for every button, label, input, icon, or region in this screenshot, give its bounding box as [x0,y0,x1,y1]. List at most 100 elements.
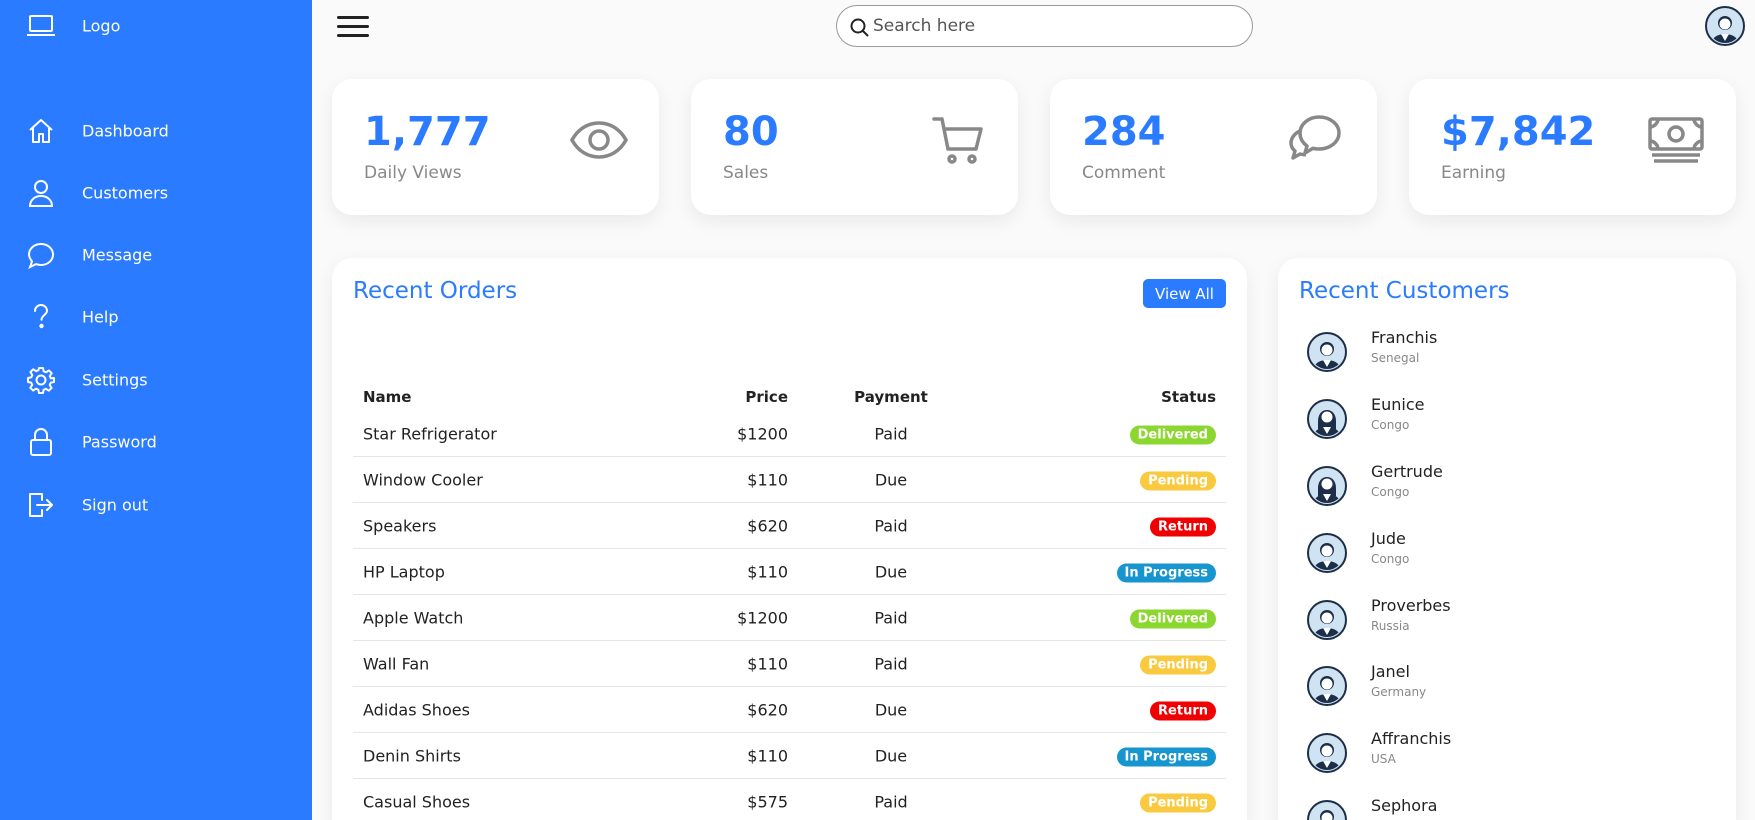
cell-payment: Paid [874,516,908,535]
search-bar [836,5,1253,47]
stat-card-sales[interactable]: 80 Sales [691,79,1018,215]
header-name: Name [363,388,412,406]
sidebar-item-label: Help [82,307,119,327]
eye-icon [569,113,629,167]
avatar [1307,533,1347,573]
stat-label: Comment [1082,163,1166,183]
stat-card-daily-views[interactable]: 1,777 Daily Views [332,79,659,215]
sidebar-item-message[interactable]: Message [0,229,312,281]
cell-payment: Due [874,470,908,489]
status-badge: Return [1150,517,1216,536]
sidebar-item-help[interactable]: Help [0,291,312,343]
table-row[interactable]: Apple Watch $1200 Paid Delivered [353,595,1226,641]
customer-list-item[interactable]: Franchis Senegal [1307,328,1717,388]
customer-country: Congo [1371,485,1410,499]
cell-name: Speakers [363,516,437,535]
cell-payment: Paid [874,654,908,673]
customer-list-item[interactable]: Proverbes Russia [1307,596,1717,656]
cell-payment: Paid [874,424,908,443]
table-row[interactable]: HP Laptop $110 Due In Progress [353,549,1226,595]
lock-icon [26,427,56,457]
sidebar-item-label: Customers [82,183,169,203]
cell-payment: Due [874,700,908,719]
table-row[interactable]: Window Cooler $110 Due Pending [353,457,1226,503]
cell-price: $110 [747,746,788,765]
user-avatar[interactable] [1705,6,1745,46]
cell-name: Denin Shirts [363,746,461,765]
customer-country: USA [1371,752,1396,766]
cell-payment: Due [874,746,908,765]
status-badge: Delivered [1129,425,1216,444]
recent-orders-title: Recent Orders [353,278,518,304]
stat-label: Earning [1441,163,1506,183]
cell-price: $620 [747,516,788,535]
person-icon [26,178,56,208]
view-all-button[interactable]: View All [1143,279,1226,308]
search-icon [848,16,870,38]
cell-price: $1200 [737,424,788,443]
header-price: Price [745,388,788,406]
avatar [1307,600,1347,640]
table-header: Name Price Payment Status [353,383,1226,411]
customer-list-item[interactable]: Jude Congo [1307,529,1717,589]
stat-card-comment[interactable]: 284 Comment [1050,79,1377,215]
cell-name: Apple Watch [363,608,464,627]
customer-country: Russia [1371,619,1410,633]
header-status: Status [1161,388,1216,406]
customer-list-item[interactable]: Eunice Congo [1307,395,1717,455]
cell-name: Adidas Shoes [363,700,470,719]
customer-list-item[interactable]: Affranchis USA [1307,729,1717,789]
stat-value: 80 [723,109,779,155]
avatar [1307,466,1347,506]
avatar [1307,733,1347,773]
table-row[interactable]: Wall Fan $110 Paid Pending [353,641,1226,687]
cell-price: $110 [747,654,788,673]
customer-name: Eunice [1371,395,1425,414]
stat-value: $7,842 [1441,109,1596,155]
home-icon [26,116,56,146]
stat-card-earning[interactable]: $7,842 Earning [1409,79,1736,215]
table-row[interactable]: Denin Shirts $110 Due In Progress [353,733,1226,779]
table-row[interactable]: Casual Shoes $575 Paid Pending [353,779,1226,820]
stat-label: Daily Views [364,163,462,183]
customer-list-item[interactable]: Janel Germany [1307,662,1717,722]
cell-price: $110 [747,562,788,581]
sidebar-item-sign-out[interactable]: Sign out [0,479,312,531]
menu-toggle-button[interactable] [337,16,369,38]
sidebar-logo-label: Logo [82,16,121,36]
table-row[interactable]: Star Refrigerator $1200 Paid Delivered [353,411,1226,457]
status-badge: In Progress [1116,747,1216,766]
recent-orders-panel: Recent Orders View All Name Price Paymen… [332,258,1247,820]
avatar [1307,800,1347,820]
cell-name: HP Laptop [363,562,445,581]
avatar [1307,399,1347,439]
sidebar: Logo Dashboard Customers Message Help Se… [0,0,312,820]
laptop-icon [26,11,56,41]
customer-list-item[interactable]: Sephora [1307,796,1717,820]
table-row[interactable]: Adidas Shoes $620 Due Return [353,687,1226,733]
sidebar-item-settings[interactable]: Settings [0,354,312,406]
customer-list-item[interactable]: Gertrude Congo [1307,462,1717,522]
status-badge: Return [1150,701,1216,720]
money-icon [1646,113,1706,167]
cell-price: $110 [747,470,788,489]
header-payment: Payment [854,388,928,406]
sidebar-item-password[interactable]: Password [0,416,312,468]
search-input[interactable] [873,12,1233,40]
sidebar-item-dashboard[interactable]: Dashboard [0,105,312,157]
cell-name: Casual Shoes [363,792,471,811]
cell-price: $575 [747,792,788,811]
sidebar-item-customers[interactable]: Customers [0,167,312,219]
sidebar-logo[interactable]: Logo [0,0,312,52]
status-badge: Delivered [1129,609,1216,628]
status-badge: Pending [1140,471,1216,490]
customer-name: Gertrude [1371,462,1443,481]
sidebar-item-label: Sign out [82,495,149,515]
cell-price: $1200 [737,608,788,627]
cell-name: Window Cooler [363,470,483,489]
table-row[interactable]: Speakers $620 Paid Return [353,503,1226,549]
recent-customers-title: Recent Customers [1299,278,1510,304]
gear-icon [26,365,56,395]
customer-name: Proverbes [1371,596,1451,615]
customer-country: Germany [1371,685,1427,699]
